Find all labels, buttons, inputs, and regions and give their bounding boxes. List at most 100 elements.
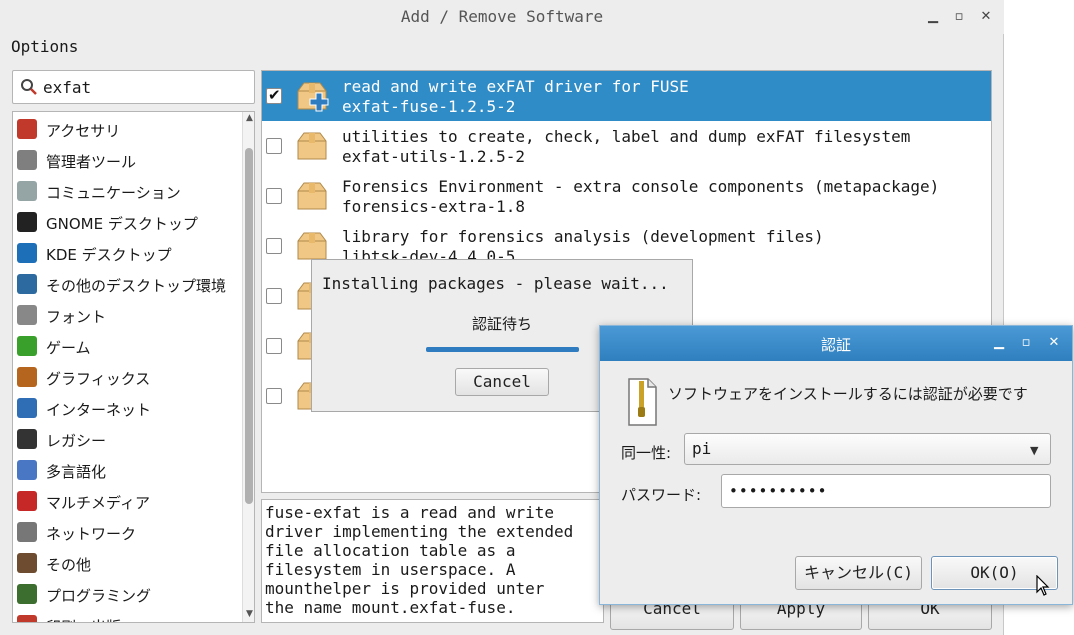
package-box-icon [297,82,329,112]
password-value: •••••••••• [729,482,828,500]
package-summary: utilities to create, check, label and du… [342,127,911,146]
package-version: exfat-utils-1.2.5-2 [342,147,526,166]
category-item[interactable]: アクセサリ [13,114,241,145]
category-list: アクセサリ管理者ツールコミュニケーション GNOME デスクトップ KDE デスクト… [12,111,255,623]
install-progress-bar [426,347,579,352]
package-box-icon [297,132,327,160]
category-label: 管理者ツール [46,153,137,171]
category-item[interactable]: マルチメディア [13,486,241,517]
menu-options[interactable]: Options [11,37,78,56]
package-box-icon [297,232,327,260]
category-item[interactable]: プログラミング [13,579,241,610]
category-label: アクセサリ [46,122,121,140]
package-row[interactable]: Forensics Environment - extra console co… [262,171,991,221]
kde-icon [17,243,37,263]
fonts-icon [17,305,37,325]
category-item[interactable]: ゲーム [13,331,241,362]
games-icon [17,336,37,356]
category-label: その他 [46,556,92,574]
graphics-icon [17,367,37,387]
description-text: fuse-exfat is a read and write driver im… [265,503,574,617]
category-scrollbar[interactable]: ▲ ▼ [242,112,254,622]
category-item[interactable]: フォント [13,300,241,331]
category-item[interactable]: 管理者ツール [13,145,241,176]
package-checkbox[interactable] [266,388,282,404]
communication-icon [17,181,37,201]
package-checkbox[interactable] [266,86,282,104]
window-title: Add / Remove Software [400,7,604,26]
auth-minimize-icon[interactable]: ▁ [991,335,1007,351]
identity-label: 同一性: [621,444,672,462]
installing-title: Installing packages - please wait... [322,274,669,293]
install-cancel-button[interactable]: Cancel [455,368,549,396]
category-item[interactable]: ネットワーク [13,517,241,548]
scroll-thumb[interactable] [245,148,253,504]
auth-maximize-icon[interactable]: ▫ [1018,335,1034,351]
category-item[interactable]: KDE デスクトップ [13,238,241,269]
password-label: パスワード: [621,486,702,504]
install-progress-fill [426,347,579,352]
auth-close-icon[interactable]: ✕ [1046,335,1062,351]
package-box-icon [297,182,327,210]
admin-tools-icon [17,150,37,170]
other-icon [17,553,37,573]
category-label: インターネット [46,401,152,419]
programming-icon [17,584,37,604]
identity-select[interactable]: pi ▼ [684,433,1051,465]
category-label: マルチメディア [46,494,150,512]
category-item[interactable]: レガシー [13,424,241,455]
close-icon[interactable]: ✕ [978,9,994,25]
category-item[interactable]: その他のデスクトップ環境 [13,269,241,300]
scroll-down-icon[interactable]: ▼ [243,608,254,621]
package-description: fuse-exfat is a read and write driver im… [261,499,604,623]
scroll-up-icon[interactable]: ▲ [243,112,254,125]
package-summary: library for forensics analysis (developm… [342,227,824,246]
mouse-cursor-icon [1036,575,1050,596]
category-item[interactable]: コミュニケーション [13,176,241,207]
category-item[interactable]: 多言語化 [13,455,241,486]
title-bar: Add / Remove Software ▁ ▫ ✕ [0,0,1004,34]
package-checkbox[interactable] [266,238,282,254]
category-item[interactable]: 印刷・出版 [13,610,241,622]
category-item[interactable]: グラフィックス [13,362,241,393]
category-label: 多言語化 [46,463,107,481]
other-desktop-icon [17,274,37,294]
package-version: forensics-extra-1.8 [342,197,526,216]
gnome-icon [17,212,37,232]
package-checkbox[interactable] [266,338,282,354]
package-row[interactable]: read and write exFAT driver for FUSEexfa… [262,71,991,121]
multimedia-icon [17,491,37,511]
package-version: exfat-fuse-1.2.5-2 [342,97,516,116]
archive-icon [628,378,657,426]
package-summary: read and write exFAT driver for FUSE [342,77,689,96]
category-label: ネットワーク [46,525,137,543]
minimize-icon[interactable]: ▁ [925,9,941,25]
legacy-icon [17,429,37,449]
category-label: グラフィックス [46,370,151,388]
package-checkbox[interactable] [266,138,282,154]
auth-cancel-button[interactable]: キャンセル(C) [795,556,922,590]
category-label: その他のデスクトップ環境 [46,277,227,295]
category-label: プログラミング [46,587,152,605]
category-item[interactable]: その他 [13,548,241,579]
auth-message: ソフトウェアをインストールするには認証が必要です [668,385,1028,403]
category-label: フォント [46,308,107,326]
package-checkbox[interactable] [266,188,282,204]
package-checkbox[interactable] [266,288,282,304]
category-item[interactable]: インターネット [13,393,241,424]
chevron-down-icon: ▼ [1030,444,1039,457]
search-input[interactable]: exfat [12,70,255,104]
category-item[interactable]: GNOME デスクトップ [13,207,241,238]
accessories-icon [17,119,37,139]
identity-value: pi [692,439,712,458]
network-icon [17,522,37,542]
authentication-dialog: 認証 ▁ ▫ ✕ ソフトウェアをインストールするには認証が必要です 同一性: p… [599,325,1073,605]
search-clear-icon[interactable] [20,78,38,96]
internet-icon [17,398,37,418]
password-field[interactable]: •••••••••• [721,474,1051,508]
package-summary: Forensics Environment - extra console co… [342,177,940,196]
publishing-icon [17,615,37,622]
package-row[interactable]: utilities to create, check, label and du… [262,121,991,171]
category-label: コミュニケーション [46,184,181,202]
maximize-icon[interactable]: ▫ [951,9,967,25]
